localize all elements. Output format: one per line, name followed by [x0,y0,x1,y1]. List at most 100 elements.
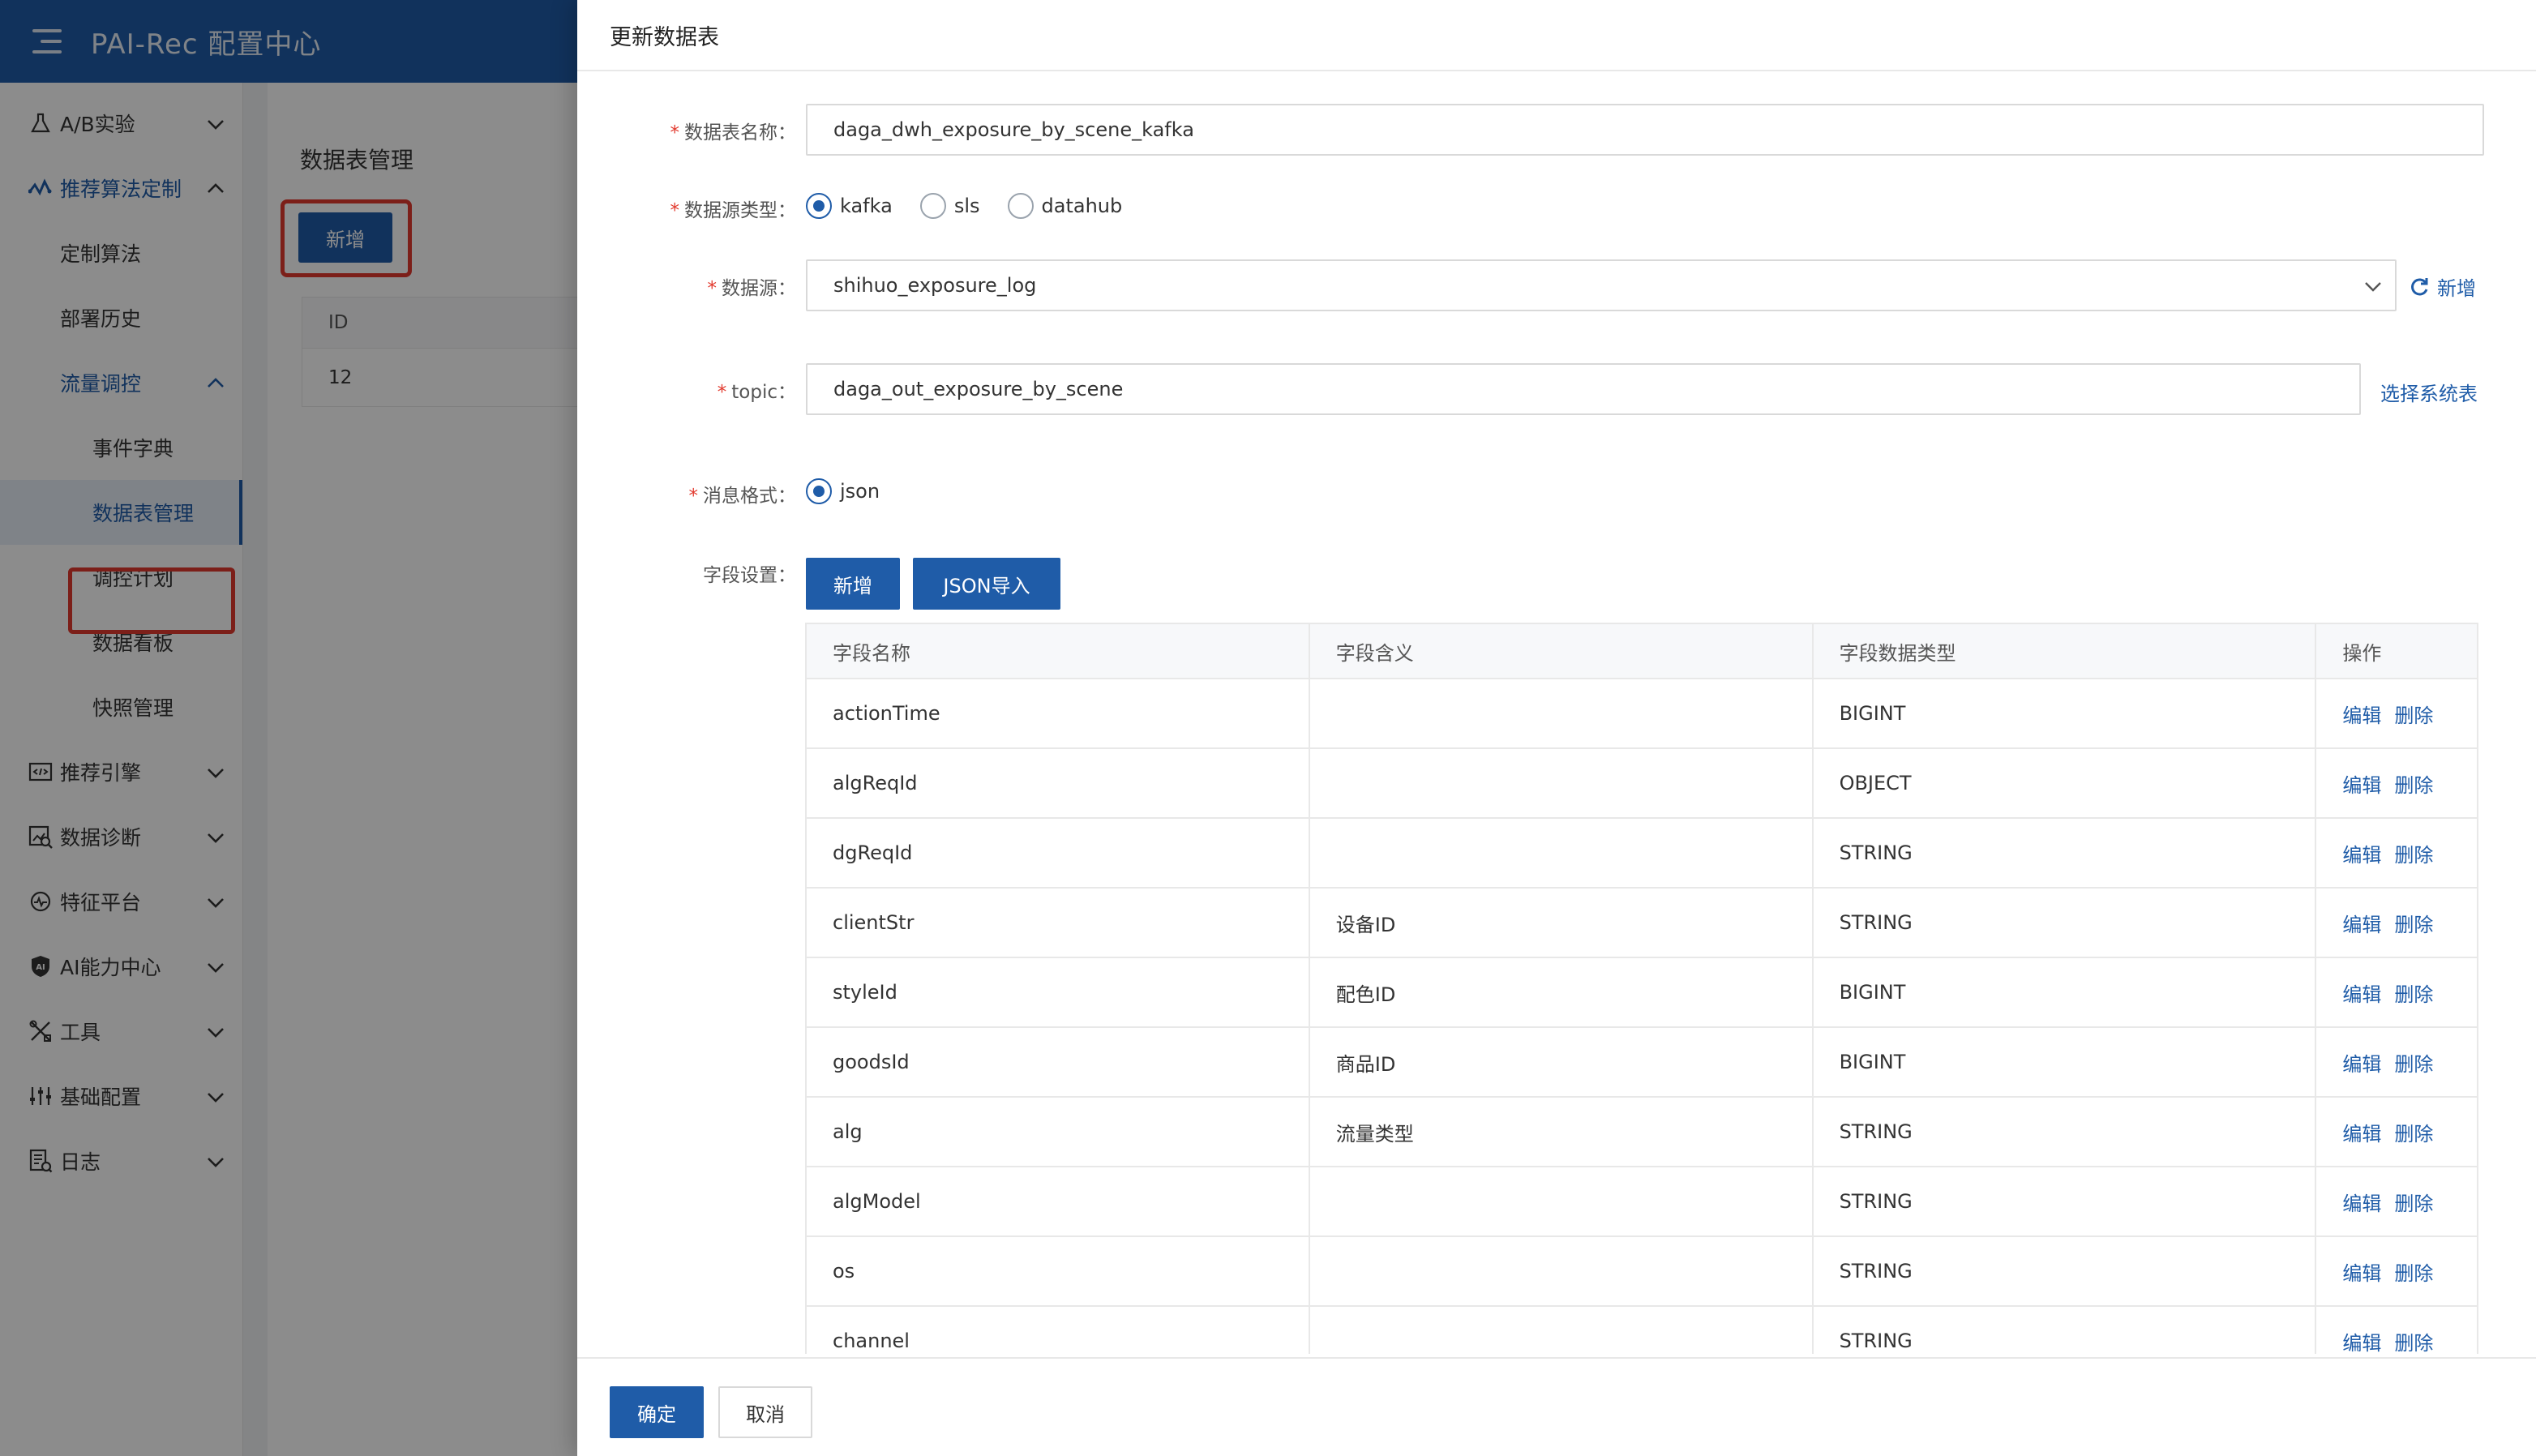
delete-link[interactable]: 删除 [2394,700,2433,728]
radio-checked-icon [806,478,832,504]
table-row: algModel STRING 编辑 删除 [807,1167,2477,1237]
delete-link[interactable]: 删除 [2394,979,2433,1007]
table-row: actionTime BIGINT 编辑 删除 [807,679,2477,749]
field-type-cell: BIGINT [1814,679,2317,747]
delete-link[interactable]: 删除 [2394,1048,2433,1077]
add-field-button[interactable]: 新增 [806,558,900,610]
field-type-cell: STRING [1814,1307,2317,1354]
json-import-button[interactable]: JSON导入 [913,558,1060,610]
field-meaning-cell [1310,679,1814,747]
delete-link[interactable]: 删除 [2394,1327,2433,1355]
delete-link[interactable]: 删除 [2394,909,2433,937]
field-type-cell: STRING [1814,819,2317,887]
edit-link[interactable]: 编辑 [2342,1118,2381,1146]
radio-datahub[interactable]: datahub [1007,193,1122,219]
field-name-cell: actionTime [807,679,1310,747]
required-mark: * [670,122,680,143]
delete-link[interactable]: 删除 [2394,769,2433,798]
radio-unchecked-icon [919,193,946,219]
field-type-cell: STRING [1814,1167,2317,1235]
field-meaning-cell: 流量类型 [1310,1098,1814,1166]
field-name-cell: alg [807,1098,1310,1166]
fields-label: 字段设置： [703,565,796,586]
field-meaning-cell [1310,1307,1814,1354]
column-header-field-name: 字段名称 [807,624,1310,678]
table-row: algReqId OBJECT 编辑 删除 [807,749,2477,819]
delete-link[interactable]: 删除 [2394,1118,2433,1146]
edit-link[interactable]: 编辑 [2342,1188,2381,1216]
radio-checked-icon [806,193,832,219]
actions-cell: 编辑 删除 [2316,958,2477,1026]
field-name-cell: dgReqId [807,819,1310,887]
actions-cell: 编辑 删除 [2316,1098,2477,1166]
cancel-button[interactable]: 取消 [718,1386,812,1438]
radio-kafka[interactable]: kafka [806,193,893,219]
add-source-link[interactable]: 新增 [2408,272,2476,301]
field-type-cell: STRING [1814,1237,2317,1305]
field-type-cell: BIGINT [1814,958,2317,1026]
edit-link[interactable]: 编辑 [2342,769,2381,798]
chevron-down-icon [2365,282,2381,292]
required-mark: * [670,200,680,221]
required-mark: * [717,382,727,403]
actions-cell: 编辑 删除 [2316,819,2477,887]
edit-link[interactable]: 编辑 [2342,1257,2381,1286]
field-name-cell: styleId [807,958,1310,1026]
delete-link[interactable]: 删除 [2394,1257,2433,1286]
table-row: goodsId 商品ID BIGINT 编辑 删除 [807,1028,2477,1098]
edit-link[interactable]: 编辑 [2342,1048,2381,1077]
column-header-actions: 操作 [2342,641,2382,665]
actions-cell: 编辑 删除 [2316,1237,2477,1305]
actions-cell: 编辑 删除 [2316,1307,2477,1355]
field-meaning-cell [1310,749,1814,817]
actions-cell: 编辑 删除 [2316,889,2477,957]
field-name-cell: goodsId [807,1028,1310,1096]
field-meaning-cell: 配色ID [1310,958,1814,1026]
table-row: channel STRING 编辑 删除 [807,1307,2477,1354]
radio-json[interactable]: json [806,478,880,504]
field-meaning-cell: 设备ID [1310,889,1814,957]
delete-link[interactable]: 删除 [2394,839,2433,867]
radio-sls[interactable]: sls [919,193,980,219]
edit-link[interactable]: 编辑 [2342,909,2381,937]
table-row: dgReqId STRING 编辑 删除 [807,819,2477,889]
topic-input[interactable]: daga_out_exposure_by_scene [806,363,2361,415]
required-mark: * [688,486,699,507]
source-type-label: * 数据源类型： [670,200,797,221]
confirm-button[interactable]: 确定 [610,1386,704,1438]
actions-cell: 编辑 删除 [2316,749,2477,817]
modal-mask[interactable] [0,0,577,1456]
drawer-footer: 确定 取消 [577,1357,2536,1456]
edit-link[interactable]: 编辑 [2342,979,2381,1007]
source-label: * 数据源： [707,278,797,299]
field-type-cell: STRING [1814,1098,2317,1166]
edit-link[interactable]: 编辑 [2342,1327,2381,1355]
field-name-cell: algModel [807,1167,1310,1235]
edit-link[interactable]: 编辑 [2342,839,2381,867]
delete-link[interactable]: 删除 [2394,1188,2433,1216]
table-row: styleId 配色ID BIGINT 编辑 删除 [807,958,2477,1028]
field-name-cell: clientStr [807,889,1310,957]
field-type-cell: OBJECT [1814,749,2317,817]
edit-link[interactable]: 编辑 [2342,700,2381,728]
field-name-cell: os [807,1237,1310,1305]
select-system-table-link[interactable]: 选择系统表 [2380,378,2478,406]
actions-cell: 编辑 删除 [2316,1167,2477,1235]
table-header-row: 字段名称 字段含义 字段数据类型 操作 [807,623,2477,679]
field-type-cell: STRING [1814,889,2317,957]
table-name-input[interactable]: daga_dwh_exposure_by_scene_kafka [806,104,2484,156]
message-format-label: * 消息格式： [688,486,797,507]
message-format-radio-group: json [806,478,907,504]
actions-cell: 编辑 删除 [2316,679,2477,747]
fields-table: 字段名称 字段含义 字段数据类型 操作 actionTime BIGINT 编辑 删除… [805,623,2478,1354]
field-meaning-cell [1310,819,1814,887]
source-type-radio-group: kafka sls datahub [806,193,1150,219]
actions-cell: 编辑 删除 [2316,1028,2477,1096]
drawer-title: 更新数据表 [577,0,2536,71]
column-header-field-meaning: 字段含义 [1310,624,1814,678]
table-name-label: * 数据表名称： [670,122,797,143]
table-row: alg 流量类型 STRING 编辑 删除 [807,1098,2477,1167]
table-body: actionTime BIGINT 编辑 删除 algReqId OBJECT 编辑 删除 dg… [807,679,2477,1354]
source-select[interactable]: shihuo_exposure_log [806,259,2397,311]
field-name-cell: algReqId [807,749,1310,817]
